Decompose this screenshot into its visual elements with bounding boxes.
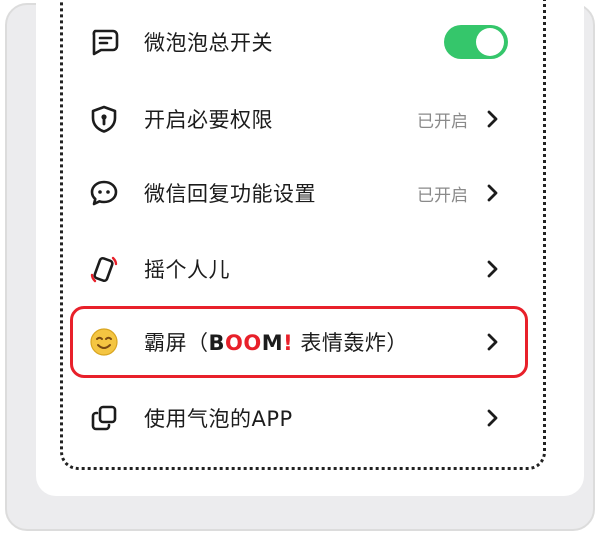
chevron-right-icon [487,333,498,351]
settings-row-wechat-reply[interactable]: 微信回复功能设置 已开启 [88,168,508,218]
settings-row-label: 微信回复功能设置 [144,182,316,206]
label-boom-m: M [261,331,284,355]
status-text: 已开启 [417,185,468,206]
settings-row-bubble-apps[interactable]: 使用气泡的APP [88,393,508,443]
label-suffix: 表情轰炸） [293,331,408,355]
status-text: 已开启 [417,111,468,132]
chevron-right-icon [487,409,498,427]
settings-row-label: 摇个人儿 [144,258,230,282]
copy-icon [88,402,120,434]
label-boom-oo: OO [225,331,262,355]
chat-bubble-icon [88,177,120,209]
label-boom-exclaim: ! [283,331,294,355]
chevron-right-icon [487,184,498,202]
chevron-right-icon [487,110,498,128]
settings-row-master-switch[interactable]: 微泡泡总开关 [88,17,508,67]
master-toggle-switch[interactable] [444,25,508,59]
chevron-right-icon [487,260,498,278]
label-prefix: 霸屏（ [144,331,209,355]
phone-shake-icon [88,253,120,285]
shield-icon [88,103,120,135]
settings-row-label: 开启必要权限 [144,108,273,132]
settings-row-label: 微泡泡总开关 [144,31,273,55]
settings-row-label: 使用气泡的APP [144,407,293,431]
settings-row-permissions[interactable]: 开启必要权限 已开启 [88,94,508,144]
toggle-knob [476,28,504,56]
settings-row-label: 霸屏（BOOM! 表情轰炸） [144,327,408,357]
label-boom-b: B [208,331,226,355]
message-icon [88,26,120,58]
settings-row-shake[interactable]: 摇个人儿 [88,244,508,294]
settings-row-boom-screen[interactable]: 霸屏（BOOM! 表情轰炸） [88,317,508,367]
emoji-face-icon [88,326,120,358]
